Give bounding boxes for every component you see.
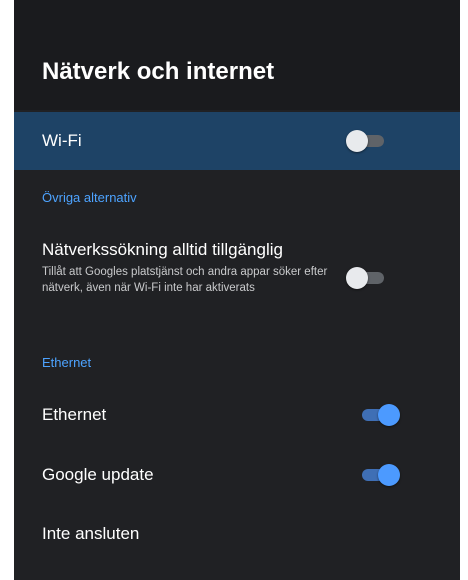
section-header-other-options: Övriga alternativ <box>42 190 137 205</box>
google-update-toggle[interactable] <box>356 462 400 488</box>
network-scan-toggle[interactable] <box>346 265 390 291</box>
wifi-row[interactable]: Wi-Fi <box>14 112 460 170</box>
wifi-toggle-thumb <box>346 130 368 152</box>
ethernet-toggle[interactable] <box>356 402 400 428</box>
ethernet-row[interactable]: Ethernet <box>14 388 460 440</box>
google-update-label: Google update <box>42 465 154 484</box>
ethernet-toggle-thumb <box>378 404 400 426</box>
page-title: Nätverk och internet <box>42 58 275 85</box>
wifi-label: Wi-Fi <box>42 131 82 150</box>
settings-panel: Nätverk och internet Wi-Fi Övriga altern… <box>14 0 460 580</box>
section-header-ethernet: Ethernet <box>42 355 92 370</box>
connection-status-row: Inte ansluten <box>14 510 460 560</box>
header: Nätverk och internet <box>14 0 460 110</box>
ethernet-label: Ethernet <box>42 405 107 424</box>
network-scan-toggle-thumb <box>346 267 368 289</box>
connection-status-label: Inte ansluten <box>42 524 140 543</box>
google-update-row[interactable]: Google update <box>14 448 460 500</box>
network-scan-title: Nätverkssökning alltid tillgänglig <box>42 240 283 259</box>
network-scan-description: Tillåt att Googles platstjänst och andra… <box>42 266 328 294</box>
wifi-toggle[interactable] <box>346 128 390 154</box>
google-update-toggle-thumb <box>378 464 400 486</box>
